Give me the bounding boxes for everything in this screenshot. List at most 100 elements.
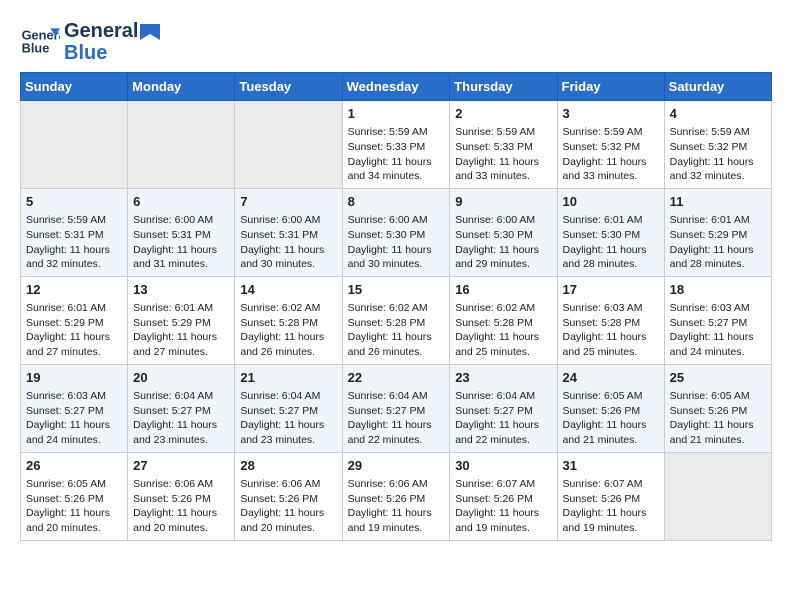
day-info: Sunrise: 6:04 AM Sunset: 5:27 PM Dayligh… <box>455 389 551 448</box>
day-number: 16 <box>455 281 551 299</box>
calendar-day-4: 4Sunrise: 5:59 AM Sunset: 5:32 PM Daylig… <box>664 101 771 189</box>
calendar-table: SundayMondayTuesdayWednesdayThursdayFrid… <box>20 72 772 541</box>
calendar-body: 1 Sunrise: 5:59 AM Sunset: 5:33 PM Daylig… <box>21 101 772 541</box>
day-info: Sunrise: 6:05 AM Sunset: 5:26 PM Dayligh… <box>563 389 659 448</box>
calendar-week-row: 5Sunrise: 5:59 AM Sunset: 5:31 PM Daylig… <box>21 188 772 276</box>
day-info: Sunrise: 6:01 AM Sunset: 5:30 PM Dayligh… <box>563 213 659 272</box>
calendar-day-28: 28 Sunrise: 6:06 AM Sunset: 5:26 PM Dayli… <box>235 452 342 540</box>
calendar-day-9: 9Sunrise: 6:00 AM Sunset: 5:30 PM Daylig… <box>450 188 557 276</box>
calendar-day-3: 3Sunrise: 5:59 AM Sunset: 5:32 PM Daylig… <box>557 101 664 189</box>
calendar-day-20: 20 Sunrise: 6:04 AM Sunset: 5:27 PM Dayli… <box>128 364 235 452</box>
calendar-empty-cell <box>21 101 128 189</box>
calendar-day-8: 8 Sunrise: 6:00 AM Sunset: 5:30 PM Daylig… <box>342 188 450 276</box>
calendar-day-16: 16 Sunrise: 6:02 AM Sunset: 5:28 PM Dayli… <box>450 276 557 364</box>
calendar-empty-cell <box>664 452 771 540</box>
logo-text-blue: Blue <box>64 42 138 64</box>
day-number: 27 <box>133 457 229 475</box>
day-info: Sunrise: 6:07 AM Sunset: 5:26 PM Dayligh… <box>563 477 659 536</box>
calendar-day-30: 30 Sunrise: 6:07 AM Sunset: 5:26 PM Dayli… <box>450 452 557 540</box>
calendar-day-25: 25 Sunrise: 6:05 AM Sunset: 5:26 PM Dayli… <box>664 364 771 452</box>
day-info: Sunrise: 6:04 AM Sunset: 5:27 PM Dayligh… <box>240 389 336 448</box>
day-info: Sunrise: 6:01 AM Sunset: 5:29 PM Dayligh… <box>133 301 229 360</box>
calendar-day-27: 27 Sunrise: 6:06 AM Sunset: 5:26 PM Dayli… <box>128 452 235 540</box>
weekday-header-saturday: Saturday <box>664 73 771 101</box>
calendar-header: SundayMondayTuesdayWednesdayThursdayFrid… <box>21 73 772 101</box>
day-number: 31 <box>563 457 659 475</box>
day-number: 1 <box>348 105 445 123</box>
calendar-day-1: 1 Sunrise: 5:59 AM Sunset: 5:33 PM Daylig… <box>342 101 450 189</box>
day-info: Sunrise: 6:01 AM Sunset: 5:29 PM Dayligh… <box>670 213 766 272</box>
day-number: 25 <box>670 369 766 387</box>
calendar-day-19: 19 Sunrise: 6:03 AM Sunset: 5:27 PM Dayli… <box>21 364 128 452</box>
calendar-day-14: 14 Sunrise: 6:02 AM Sunset: 5:28 PM Dayli… <box>235 276 342 364</box>
day-number: 28 <box>240 457 336 475</box>
calendar-day-11: 11 Sunrise: 6:01 AM Sunset: 5:29 PM Dayli… <box>664 188 771 276</box>
calendar-week-row: 19 Sunrise: 6:03 AM Sunset: 5:27 PM Dayli… <box>21 364 772 452</box>
day-number: 9 <box>455 193 551 211</box>
day-info: Sunrise: 6:00 AM Sunset: 5:30 PM Dayligh… <box>348 213 445 272</box>
day-number: 5 <box>26 193 122 211</box>
calendar-day-2: 2 Sunrise: 5:59 AM Sunset: 5:33 PM Daylig… <box>450 101 557 189</box>
calendar-day-12: 12Sunrise: 6:01 AM Sunset: 5:29 PM Dayli… <box>21 276 128 364</box>
day-info: Sunrise: 6:02 AM Sunset: 5:28 PM Dayligh… <box>240 301 336 360</box>
day-number: 21 <box>240 369 336 387</box>
day-number: 8 <box>348 193 445 211</box>
day-number: 11 <box>670 193 766 211</box>
day-info: Sunrise: 6:06 AM Sunset: 5:26 PM Dayligh… <box>133 477 229 536</box>
calendar-week-row: 1 Sunrise: 5:59 AM Sunset: 5:33 PM Daylig… <box>21 101 772 189</box>
day-info: Sunrise: 6:06 AM Sunset: 5:26 PM Dayligh… <box>240 477 336 536</box>
day-info: Sunrise: 5:59 AM Sunset: 5:33 PM Dayligh… <box>348 125 445 184</box>
day-info: Sunrise: 6:06 AM Sunset: 5:26 PM Dayligh… <box>348 477 445 536</box>
day-info: Sunrise: 6:02 AM Sunset: 5:28 PM Dayligh… <box>348 301 445 360</box>
calendar-week-row: 12Sunrise: 6:01 AM Sunset: 5:29 PM Dayli… <box>21 276 772 364</box>
day-info: Sunrise: 6:04 AM Sunset: 5:27 PM Dayligh… <box>348 389 445 448</box>
calendar-day-29: 29 Sunrise: 6:06 AM Sunset: 5:26 PM Dayli… <box>342 452 450 540</box>
day-info: Sunrise: 5:59 AM Sunset: 5:33 PM Dayligh… <box>455 125 551 184</box>
weekday-header-tuesday: Tuesday <box>235 73 342 101</box>
day-number: 3 <box>563 105 659 123</box>
day-number: 13 <box>133 281 229 299</box>
day-info: Sunrise: 6:00 AM Sunset: 5:31 PM Dayligh… <box>240 213 336 272</box>
day-number: 30 <box>455 457 551 475</box>
calendar-empty-cell <box>235 101 342 189</box>
day-info: Sunrise: 5:59 AM Sunset: 5:32 PM Dayligh… <box>670 125 766 184</box>
day-info: Sunrise: 6:03 AM Sunset: 5:27 PM Dayligh… <box>670 301 766 360</box>
day-number: 26 <box>26 457 122 475</box>
page-header: General Blue General Blue <box>20 20 772 64</box>
day-info: Sunrise: 6:03 AM Sunset: 5:27 PM Dayligh… <box>26 389 122 448</box>
calendar-day-5: 5Sunrise: 5:59 AM Sunset: 5:31 PM Daylig… <box>21 188 128 276</box>
weekday-header-monday: Monday <box>128 73 235 101</box>
calendar-day-18: 18Sunrise: 6:03 AM Sunset: 5:27 PM Dayli… <box>664 276 771 364</box>
calendar-day-10: 10 Sunrise: 6:01 AM Sunset: 5:30 PM Dayli… <box>557 188 664 276</box>
day-number: 15 <box>348 281 445 299</box>
day-info: Sunrise: 6:01 AM Sunset: 5:29 PM Dayligh… <box>26 301 122 360</box>
day-info: Sunrise: 6:02 AM Sunset: 5:28 PM Dayligh… <box>455 301 551 360</box>
day-info: Sunrise: 6:05 AM Sunset: 5:26 PM Dayligh… <box>670 389 766 448</box>
logo: General Blue General Blue <box>20 20 164 64</box>
day-info: Sunrise: 6:04 AM Sunset: 5:27 PM Dayligh… <box>133 389 229 448</box>
calendar-day-26: 26Sunrise: 6:05 AM Sunset: 5:26 PM Dayli… <box>21 452 128 540</box>
day-number: 20 <box>133 369 229 387</box>
day-number: 14 <box>240 281 336 299</box>
calendar-day-7: 7 Sunrise: 6:00 AM Sunset: 5:31 PM Daylig… <box>235 188 342 276</box>
day-number: 2 <box>455 105 551 123</box>
weekday-header-friday: Friday <box>557 73 664 101</box>
logo-text-general: General <box>64 20 138 42</box>
day-number: 22 <box>348 369 445 387</box>
calendar-week-row: 26Sunrise: 6:05 AM Sunset: 5:26 PM Dayli… <box>21 452 772 540</box>
calendar-day-17: 17Sunrise: 6:03 AM Sunset: 5:28 PM Dayli… <box>557 276 664 364</box>
day-info: Sunrise: 6:07 AM Sunset: 5:26 PM Dayligh… <box>455 477 551 536</box>
logo-flag-icon <box>140 24 164 52</box>
day-number: 24 <box>563 369 659 387</box>
day-number: 29 <box>348 457 445 475</box>
day-number: 23 <box>455 369 551 387</box>
weekday-header-thursday: Thursday <box>450 73 557 101</box>
day-info: Sunrise: 6:00 AM Sunset: 5:31 PM Dayligh… <box>133 213 229 272</box>
calendar-day-24: 24 Sunrise: 6:05 AM Sunset: 5:26 PM Dayli… <box>557 364 664 452</box>
day-number: 10 <box>563 193 659 211</box>
logo-icon: General Blue <box>20 22 60 62</box>
day-info: Sunrise: 6:03 AM Sunset: 5:28 PM Dayligh… <box>563 301 659 360</box>
weekday-header-row: SundayMondayTuesdayWednesdayThursdayFrid… <box>21 73 772 101</box>
day-number: 19 <box>26 369 122 387</box>
day-number: 7 <box>240 193 336 211</box>
